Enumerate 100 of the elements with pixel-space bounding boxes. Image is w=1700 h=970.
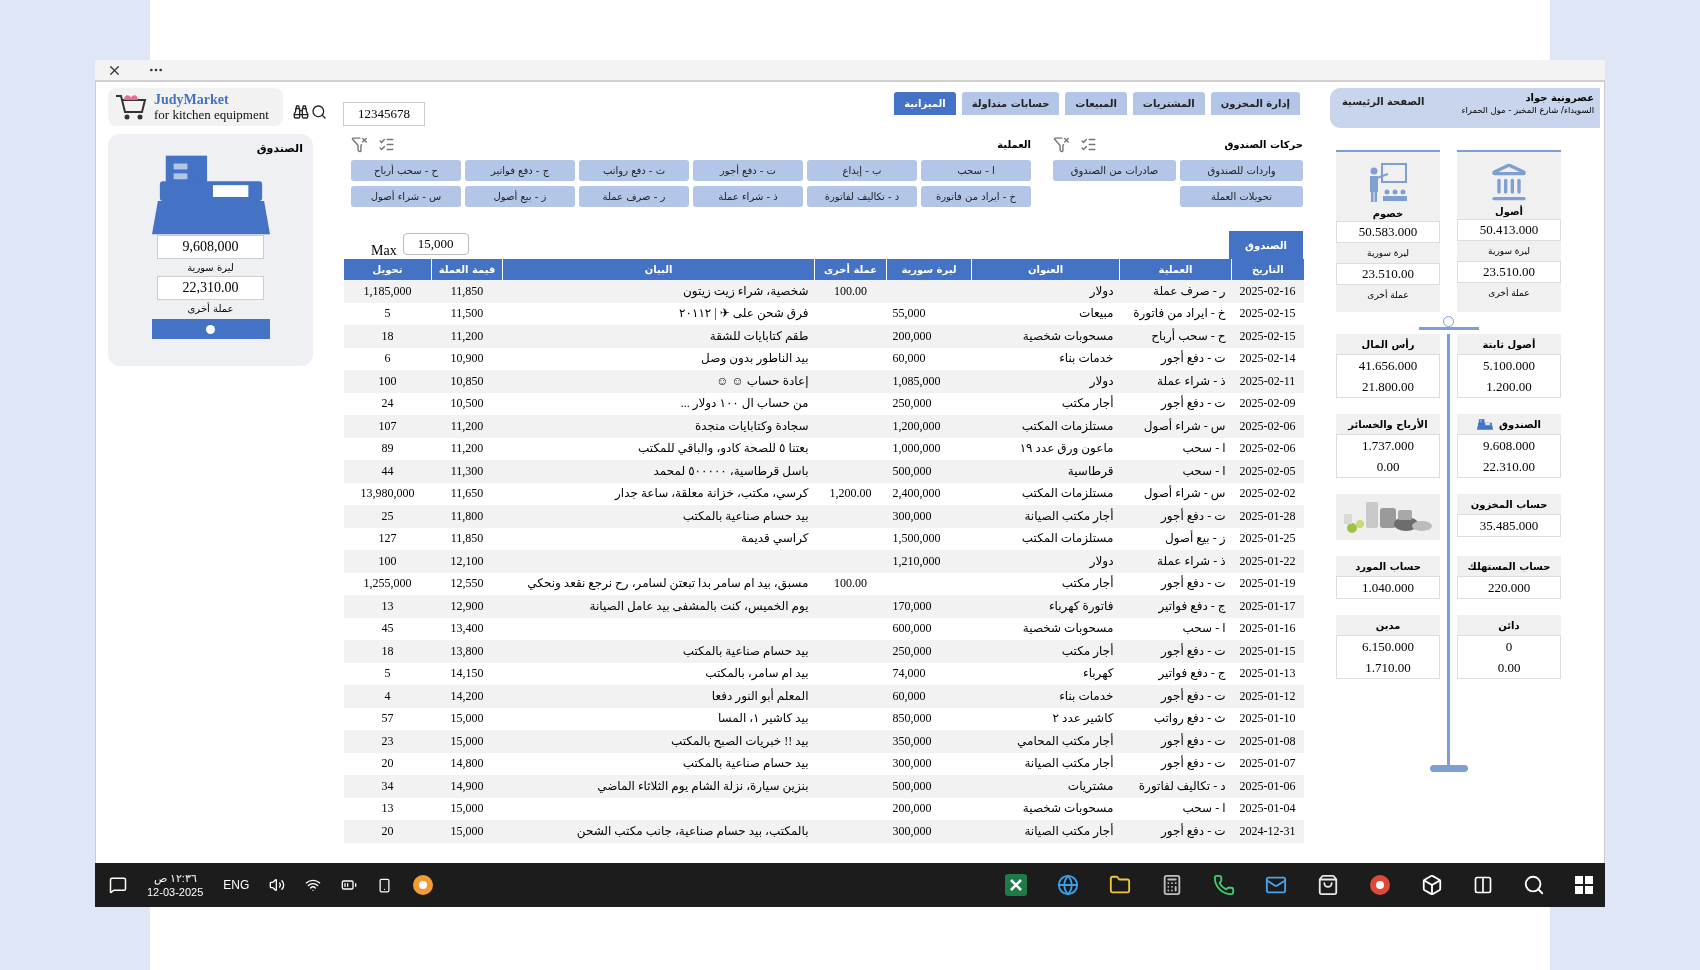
table-cell: المعلم أبو النور دفعا — [502, 685, 815, 708]
home-link[interactable]: الصفحة الرئيسية — [1336, 92, 1431, 111]
store-icon[interactable] — [1317, 874, 1339, 896]
task-view-icon[interactable] — [1473, 875, 1493, 895]
table-cell: 2025-02-05 — [1231, 460, 1304, 483]
clear-filter-icon[interactable] — [351, 135, 368, 153]
card-title: أصول — [1495, 206, 1524, 217]
table-cell: 100 — [343, 550, 432, 573]
battery-icon[interactable] — [341, 877, 358, 893]
filter-button[interactable]: ز - بيع أصول — [465, 186, 575, 207]
filter-button[interactable]: صادرات من الصندوق — [1053, 160, 1176, 181]
volume-icon[interactable] — [269, 877, 286, 893]
table-cell: 2025-01-12 — [1231, 685, 1304, 708]
table-cell: بيد حسام صناعية بالمكتب — [502, 640, 815, 663]
filter-button[interactable]: ر - صرف عملة — [579, 186, 689, 207]
table-cell: 25 — [343, 505, 432, 528]
app-icon[interactable] — [412, 874, 435, 896]
table-cell: مسحوبات شخصية — [971, 797, 1120, 820]
clear-filter-icon[interactable] — [1053, 135, 1070, 153]
spreadsheet-icon[interactable] — [1005, 874, 1027, 896]
calculator-icon[interactable] — [1161, 874, 1183, 896]
table-cell: 100.00 — [814, 280, 887, 303]
scale-base — [1429, 765, 1468, 772]
table-cell: مستلزمات المكتب — [971, 482, 1120, 505]
table-cell: أجار مكتب — [971, 392, 1120, 415]
filter-button[interactable]: واردات للصندوق — [1180, 160, 1303, 181]
filter-button[interactable]: ح - سحب أرباح — [351, 160, 461, 181]
filter-button[interactable]: ا - سحب — [921, 160, 1031, 181]
card-title: حساب المورد — [1336, 556, 1440, 576]
table-cell: 12,900 — [431, 595, 503, 618]
cash-register-icon — [151, 155, 270, 235]
language-indicator[interactable]: ENG — [223, 878, 250, 892]
table-cell: 15,000 — [431, 797, 503, 820]
tab[interactable]: المبيعات — [1065, 92, 1127, 115]
max-field[interactable]: 15,000 — [402, 233, 469, 255]
table-cell: خدمات بناء — [971, 347, 1120, 370]
section-title: حركات الصندوق — [1224, 138, 1303, 150]
wifi-icon[interactable] — [305, 877, 322, 893]
card-title: أصول ثابتة — [1457, 334, 1561, 354]
table-cell: بيد كاشير ١، المسا — [502, 707, 815, 730]
table-cell: 200,000 — [886, 325, 972, 348]
table-cell: ا - سحب — [1119, 460, 1232, 483]
filter-button[interactable]: ج - دفع فواتير — [465, 160, 575, 181]
table-cell: 250,000 — [886, 392, 972, 415]
table-cell: ا - سحب — [1119, 617, 1232, 640]
filter-button[interactable]: ث - دفع رواتب — [579, 160, 689, 181]
table-cell: خ - ايراد من فاتورة — [1119, 302, 1232, 325]
table-cell: 170,000 — [886, 595, 972, 618]
toggle-button[interactable] — [151, 319, 270, 339]
tab[interactable]: الميزانية — [894, 92, 956, 115]
table-cell: 107 — [343, 415, 432, 438]
filter-button[interactable]: س - شراء أصول — [351, 186, 461, 207]
search-field[interactable]: 12345678 — [343, 102, 425, 126]
windows-logo-icon[interactable] — [1575, 876, 1593, 894]
filter-button[interactable]: ب - إيداع — [807, 160, 917, 181]
table-cell: 10,850 — [431, 370, 503, 393]
table-cell: 10,500 — [431, 392, 503, 415]
column-header: قيمة العملة — [431, 259, 503, 280]
table-cell: 13 — [343, 797, 432, 820]
folder-icon[interactable] — [1109, 874, 1131, 896]
value-box: 50.413.000 — [1457, 219, 1561, 241]
table-cell: 2025-01-25 — [1231, 527, 1304, 550]
value-text: 0 — [1504, 637, 1514, 656]
tab[interactable]: المشتريات — [1132, 92, 1205, 115]
filter-button[interactable]: تحويلات العملة — [1180, 186, 1303, 207]
value-text: 6.150.000 — [1361, 637, 1415, 656]
table-cell: 2025-01-17 — [1231, 595, 1304, 618]
table-cell: 2025-01-04 — [1231, 797, 1304, 820]
search-icon[interactable] — [1523, 874, 1545, 896]
table-cell: ث - دفع رواتب — [1119, 707, 1232, 730]
filter-button[interactable]: خ - ايراد من فاتورة — [921, 186, 1031, 207]
mail-icon[interactable] — [1265, 874, 1287, 896]
table-cell: 44 — [343, 460, 432, 483]
table-cell: ت - دفع أجور — [1119, 730, 1232, 753]
table-cell: بيد حسام صناعية بالمكتب — [502, 752, 815, 775]
tab[interactable]: إدارة المخزون — [1210, 92, 1300, 115]
table-cell: 2,400,000 — [886, 482, 972, 505]
notification-icon[interactable] — [109, 876, 127, 894]
search-icon[interactable] — [311, 104, 327, 120]
value-text: 0.00 — [1496, 658, 1522, 677]
phone-icon[interactable] — [377, 877, 393, 893]
table-cell: ت - دفع أجور — [1119, 685, 1232, 708]
filter-button[interactable]: د - تكاليف لفاتورة — [807, 186, 917, 207]
value-text: 9.608.000 — [1482, 436, 1536, 455]
browser-icon[interactable] — [1057, 874, 1079, 896]
table-cell: ت - دفع أجور — [1119, 505, 1232, 528]
filter-button[interactable]: ت - دفع أجور — [693, 160, 803, 181]
filter-button[interactable]: ذ - شراء عملة — [693, 186, 803, 207]
table-cell: 5 — [343, 662, 432, 685]
table-cell: دولار — [971, 280, 1120, 303]
value-box: 23.510.00 — [1457, 261, 1561, 283]
table-cell: 2025-01-16 — [1231, 617, 1304, 640]
table-cell: 2025-01-06 — [1231, 775, 1304, 798]
cube-icon[interactable] — [1421, 874, 1443, 896]
table-cell: أجار مكتب — [971, 572, 1120, 595]
table-cell: 350,000 — [886, 730, 972, 753]
table-cell: ا - سحب — [1119, 437, 1232, 460]
binoculars-icon[interactable] — [293, 104, 309, 120]
tab[interactable]: حسابات متداولة — [961, 92, 1060, 115]
table-tab[interactable]: الصندوق — [1229, 231, 1303, 259]
